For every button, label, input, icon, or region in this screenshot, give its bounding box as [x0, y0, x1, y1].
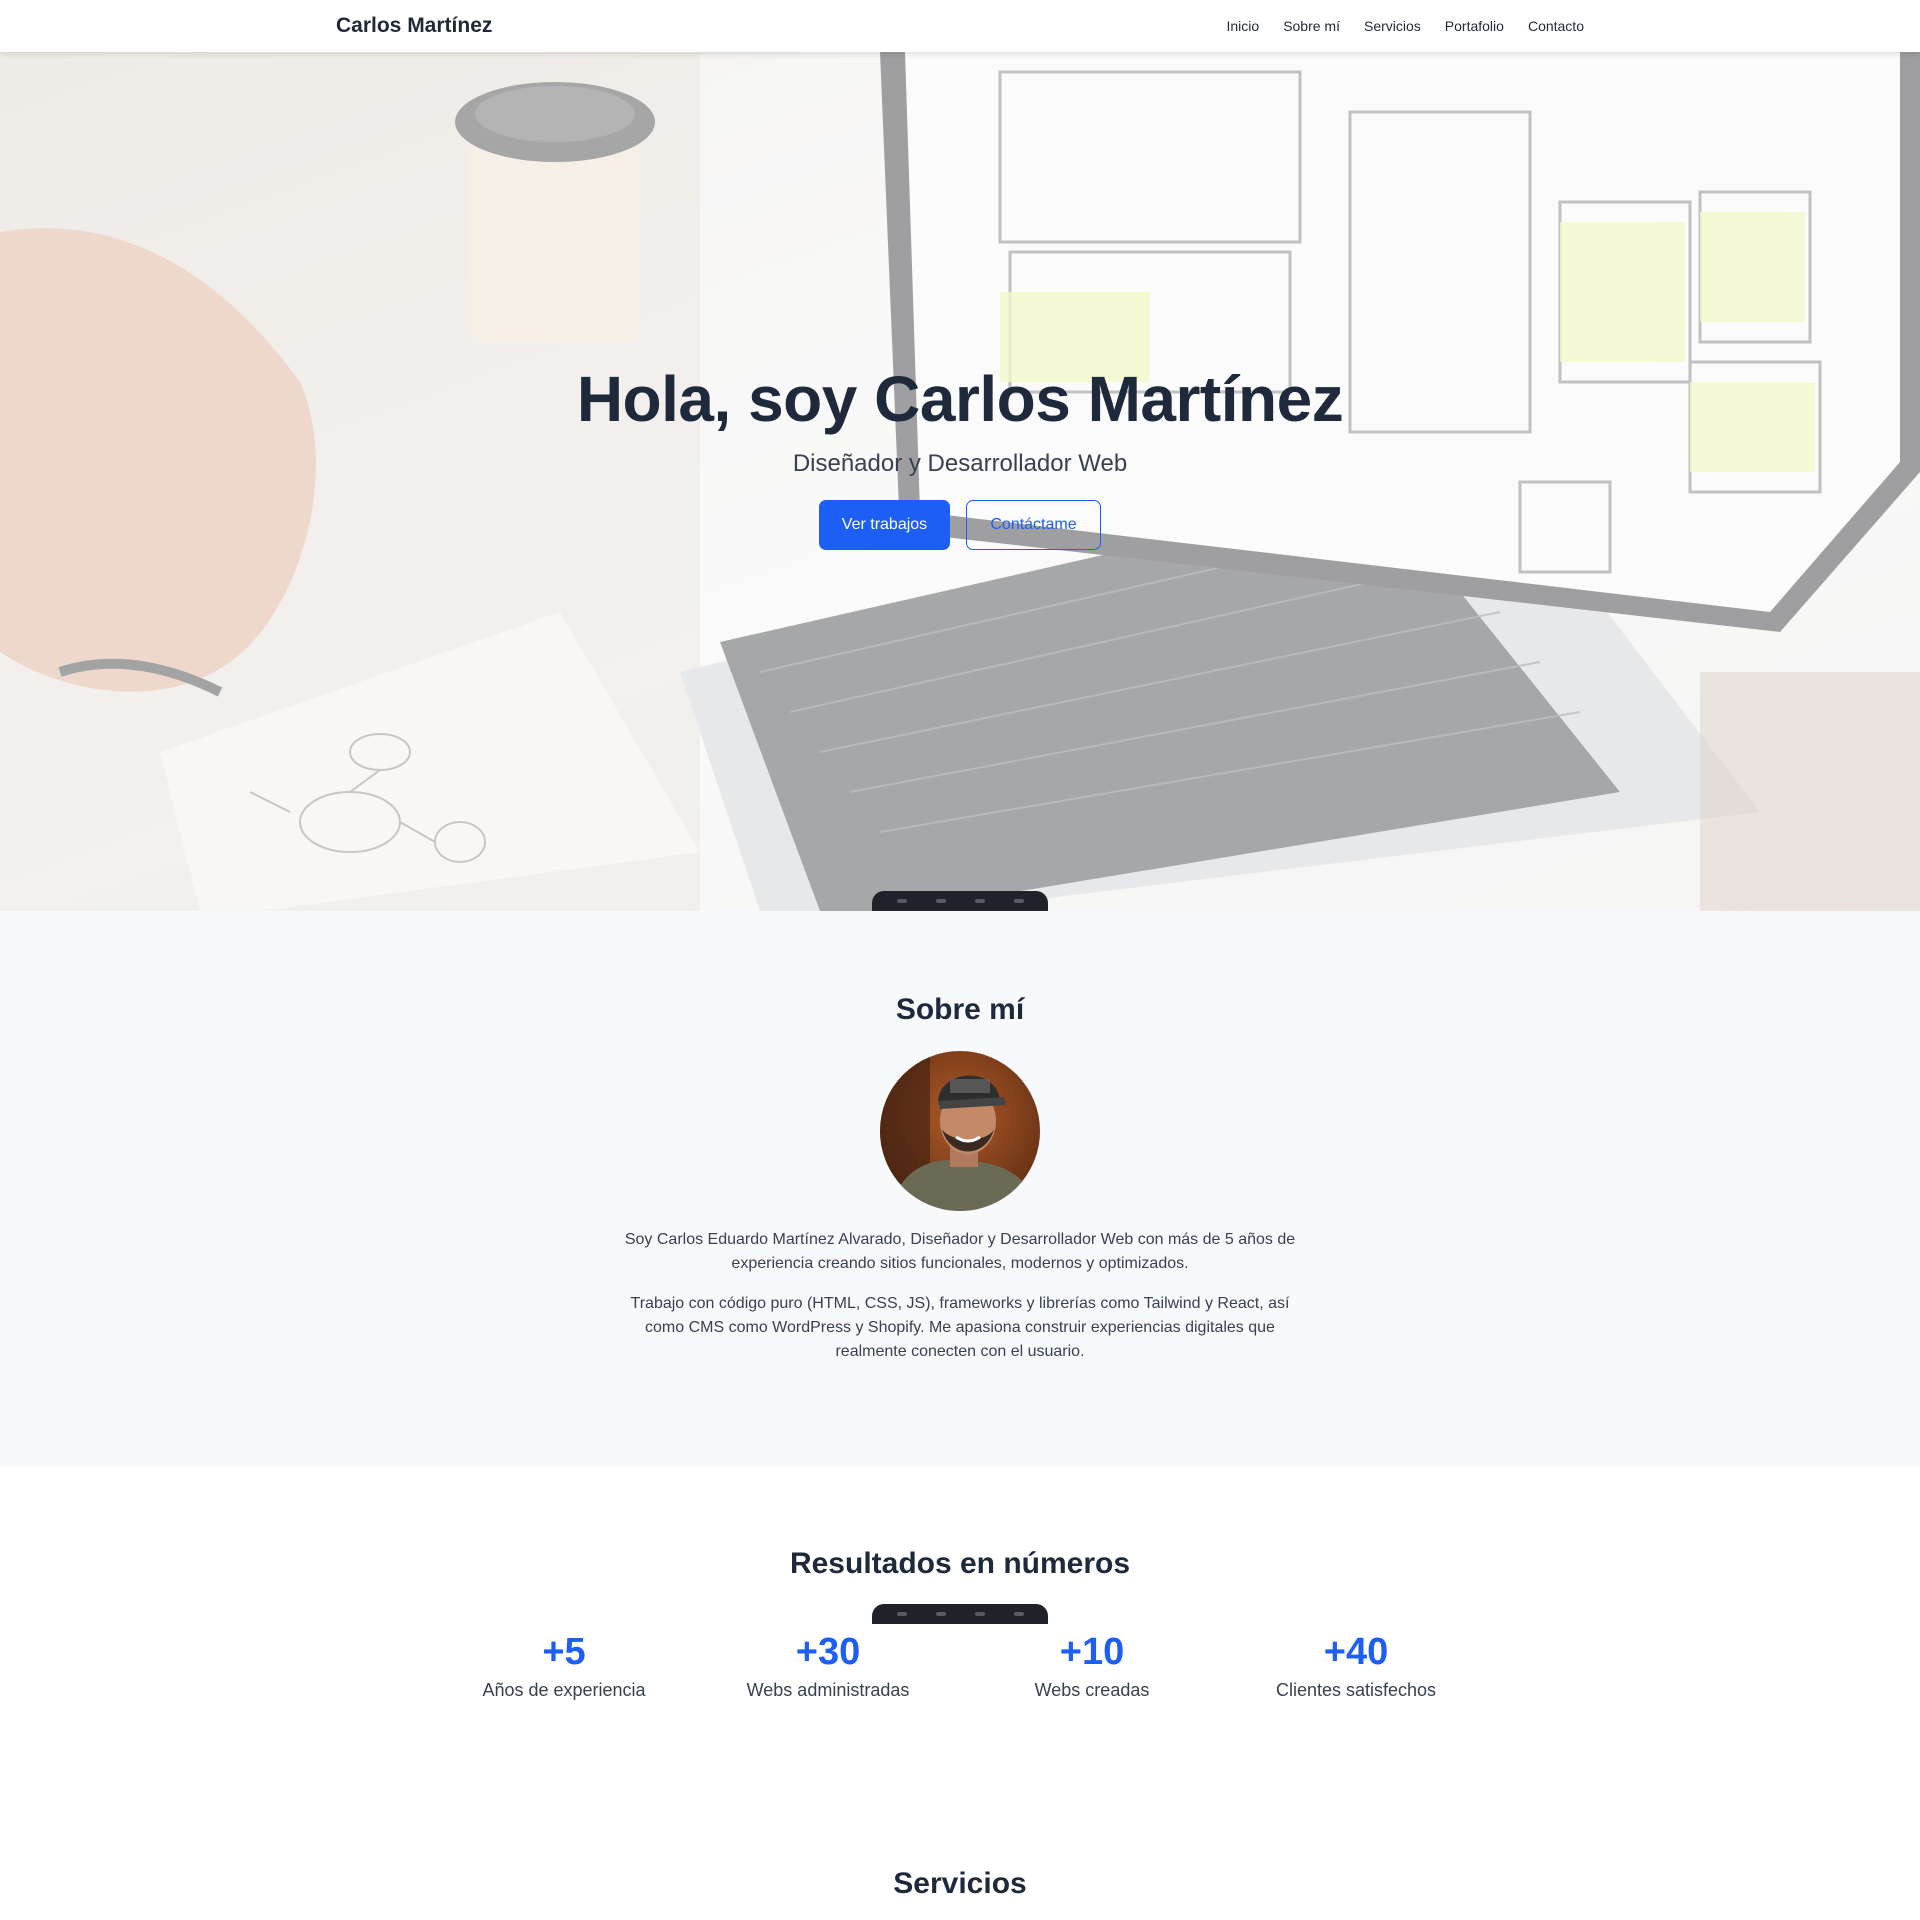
- stat-value: +40: [1323, 1631, 1389, 1673]
- hero-buttons: Ver trabajos Contáctame: [0, 500, 1920, 550]
- toolbar-settings-icon: [935, 899, 946, 903]
- about-paragraph-2: Trabajo con código puro (HTML, CSS, JS),…: [630, 1295, 1290, 1360]
- nav-menu: Inicio Sobre mí Servicios Portafolio Con…: [1227, 18, 1585, 34]
- stat-value: +10: [1059, 1631, 1125, 1673]
- toolbar-menu-icon: [974, 1612, 985, 1616]
- hero-content: Hola, soy Carlos Martínez Diseñador y De…: [0, 362, 1920, 550]
- about-title: Sobre mí: [895, 993, 1025, 1026]
- stat-item: +5 Años de experiencia: [444, 1631, 684, 1701]
- stat-item: +30 Webs administradas: [708, 1631, 948, 1701]
- nav-link-contacto[interactable]: Contacto: [1528, 18, 1584, 34]
- stat-value: +5: [542, 1631, 586, 1673]
- toolbar-handle-icon: [896, 1612, 907, 1616]
- nav-link-sobre-mi[interactable]: Sobre mí: [1283, 18, 1340, 34]
- stat-item: +40 Clientes satisfechos: [1236, 1631, 1476, 1701]
- brand-logo[interactable]: Carlos Martínez: [336, 14, 492, 38]
- floating-toolbar[interactable]: [872, 1604, 1048, 1624]
- about-text: Soy Carlos Eduardo Martínez Alvarado, Di…: [620, 1228, 1300, 1364]
- profile-photo: [880, 1051, 1040, 1211]
- hero-title: Hola, soy Carlos Martínez: [576, 363, 1344, 435]
- nav-link-inicio[interactable]: Inicio: [1227, 18, 1260, 34]
- contactame-button[interactable]: Contáctame: [966, 500, 1101, 550]
- toolbar-close-icon: [1013, 899, 1024, 903]
- toolbar-settings-icon: [935, 1612, 946, 1616]
- hero-subtitle: Diseñador y Desarrollador Web: [792, 450, 1128, 477]
- hero-section: Hola, soy Carlos Martínez Diseñador y De…: [0, 52, 1920, 911]
- avatar: [880, 1051, 1040, 1211]
- stats-section: Resultados en números +5 Años de experie…: [0, 1467, 1920, 1887]
- toolbar-menu-icon: [974, 899, 985, 903]
- floating-toolbar[interactable]: [872, 891, 1048, 911]
- toolbar-close-icon: [1013, 1612, 1024, 1616]
- stat-label: Webs creadas: [1034, 1680, 1150, 1700]
- stat-label: Webs administradas: [746, 1680, 910, 1700]
- about-section: Sobre mí Soy Carlos Eduardo Martínez Alv…: [0, 911, 1920, 1467]
- stat-value: +30: [795, 1631, 861, 1673]
- stat-label: Clientes satisfechos: [1275, 1680, 1437, 1700]
- nav-link-servicios[interactable]: Servicios: [1364, 18, 1421, 34]
- navbar: Carlos Martínez Inicio Sobre mí Servicio…: [0, 0, 1920, 52]
- nav-link-portafolio[interactable]: Portafolio: [1445, 18, 1504, 34]
- toolbar-handle-icon: [896, 899, 907, 903]
- stat-label: Años de experiencia: [482, 1680, 646, 1700]
- ver-trabajos-button[interactable]: Ver trabajos: [819, 500, 950, 550]
- services-title: Servicios: [893, 1867, 1027, 1900]
- stat-item: +10 Webs creadas: [972, 1631, 1212, 1701]
- stats-title: Resultados en números: [789, 1547, 1131, 1580]
- about-paragraph-1: Soy Carlos Eduardo Martínez Alvarado, Di…: [624, 1231, 1296, 1272]
